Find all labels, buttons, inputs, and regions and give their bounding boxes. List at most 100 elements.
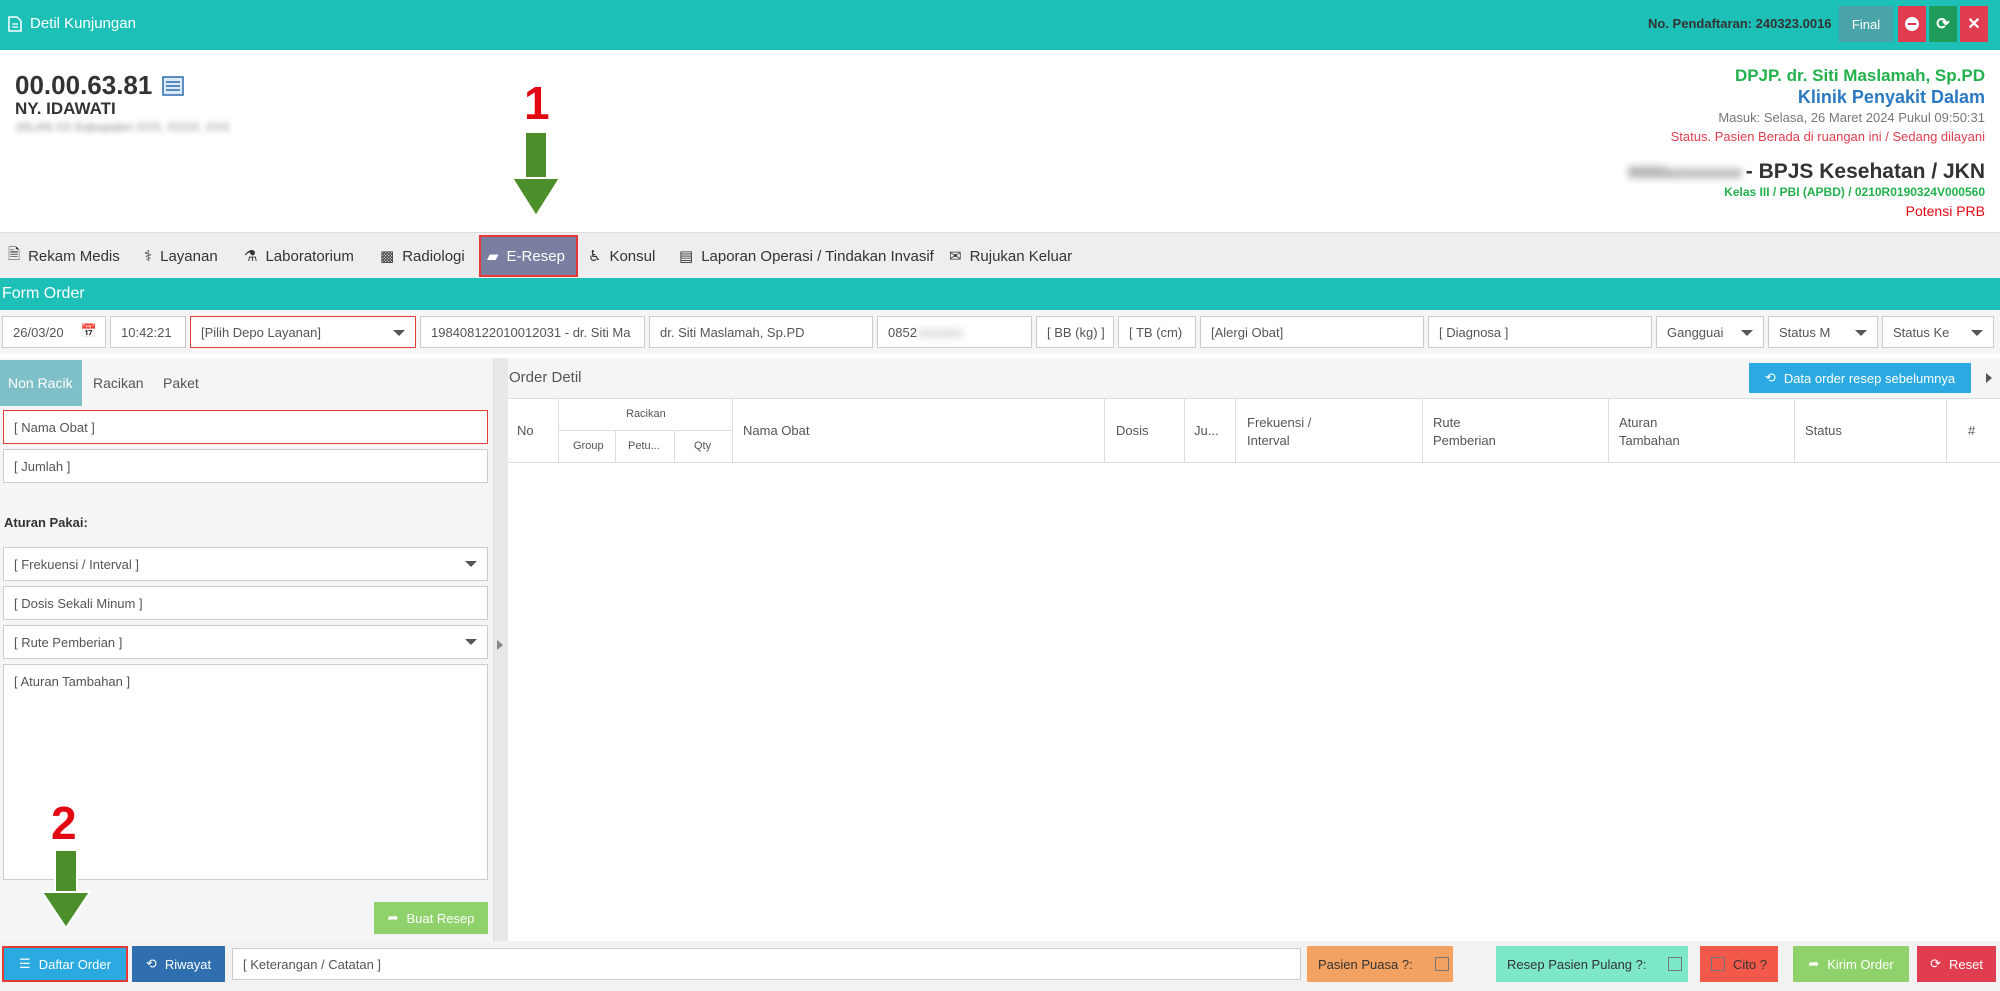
depo-select[interactable]: [Pilih Depo Layanan] — [190, 316, 416, 348]
kirim-order-label: Kirim Order — [1827, 956, 1894, 972]
bb-field[interactable]: [ BB (kg) ] — [1036, 316, 1114, 348]
nama-obat-input[interactable]: [ Nama Obat ] — [3, 410, 488, 444]
close-button[interactable]: ✕ — [1960, 6, 1988, 42]
patient-header: 00.00.63.81 NY. IDAWATI JALAN XX Kabupat… — [0, 50, 2000, 232]
status-m-select[interactable]: Status M — [1768, 316, 1878, 348]
jumlah-input[interactable]: [ Jumlah ] — [3, 449, 488, 483]
keterangan-input[interactable]: [ Keterangan / Catatan ] — [232, 948, 1301, 980]
document-icon — [8, 15, 22, 32]
col-racikan: Racikan — [626, 408, 666, 420]
tab-non-racik[interactable]: Non Racik — [0, 360, 82, 406]
buat-resep-label: Buat Resep — [406, 910, 475, 926]
col-nama-obat: Nama Obat — [743, 423, 810, 438]
col-qty: Qty — [694, 440, 712, 452]
tab-label: Laporan Operasi / Tindakan Invasif — [701, 247, 934, 265]
tb-field[interactable]: [ TB (cm) — [1118, 316, 1196, 348]
rute-select[interactable]: [ Rute Pemberian ] — [3, 625, 488, 659]
puasa-checkbox[interactable] — [1434, 957, 1449, 971]
col-frekuensi-1: Frekuensi / — [1247, 415, 1312, 430]
status-label: Status. Pasien Berada di ruangan ini / S… — [1670, 129, 1985, 144]
col-dosis: Dosis — [1116, 423, 1149, 438]
tab-label: Laboratorium — [265, 247, 354, 265]
eraser-icon: ▰ — [487, 248, 499, 265]
tab-laporan-operasi[interactable]: ▤ Laporan Operasi / Tindakan Invasif — [673, 235, 940, 277]
phone-field[interactable]: 0852xxxxxxx — [877, 316, 1032, 348]
diagnosa-field[interactable]: [ Diagnosa ] — [1428, 316, 1652, 348]
potensi-label: Potensi PRB — [1905, 203, 1985, 219]
share-icon: ➦ — [1808, 956, 1820, 971]
history-icon: ⟲ — [1764, 370, 1776, 385]
col-status: Status — [1805, 423, 1842, 438]
doctor-name-field[interactable]: dr. Siti Maslamah, Sp.PD — [649, 316, 873, 348]
aturan-pakai-label: Aturan Pakai: — [4, 515, 88, 530]
tab-konsul[interactable]: ♿ Konsul — [582, 235, 661, 277]
tab-label: Radiologi — [402, 247, 465, 265]
cito-label: Cito ? — [1733, 956, 1767, 972]
cito-checkbox[interactable] — [1711, 957, 1726, 971]
patient-id: 00.00.63.81 — [15, 70, 185, 101]
daftar-order-label: Daftar Order — [38, 956, 111, 972]
tab-laboratorium[interactable]: ⚗ Laboratorium — [238, 235, 360, 277]
panel-splitter[interactable] — [494, 358, 508, 941]
refresh-icon: ⟳ — [1930, 956, 1941, 971]
dosis-input[interactable]: [ Dosis Sekali Minum ] — [3, 586, 488, 620]
col-frekuensi-2: Interval — [1247, 433, 1290, 448]
pulang-toggle[interactable]: Resep Pasien Pulang ?: — [1496, 946, 1688, 982]
cito-toggle[interactable]: Cito ? — [1700, 946, 1778, 982]
bottom-bar: ☰ Daftar Order ⟲ Riwayat [ Keterangan / Ca… — [0, 941, 2000, 991]
tab-rujukan-keluar[interactable]: ✉ Rujukan Keluar — [943, 235, 1078, 277]
buat-resep-button[interactable]: ➦ Buat Resep — [374, 902, 488, 934]
form-order-row: 26/03/20 📅 10:42:21 [Pilih Depo Layanan] … — [0, 310, 2000, 354]
alergi-field[interactable]: [Alergi Obat] — [1200, 316, 1424, 348]
list-icon[interactable] — [162, 75, 185, 96]
kelas-label: Kelas III / PBI (APBD) / 0210R0190324V00… — [1724, 185, 1985, 199]
col-rute-2: Pemberian — [1433, 433, 1496, 448]
time-field[interactable]: 10:42:21 — [110, 316, 186, 348]
tab-rekam-medis[interactable]: 🗎 Rekam Medis — [2, 235, 126, 277]
tab-racikan[interactable]: Racikan — [85, 360, 152, 406]
close-icon: ✕ — [1967, 16, 1981, 33]
tab-e-resep[interactable]: ▰ E-Resep — [479, 235, 578, 277]
list-icon: ☰ — [19, 956, 31, 971]
puasa-toggle[interactable]: Pasien Puasa ?: — [1307, 946, 1453, 982]
reset-button[interactable]: ⟳ Reset — [1917, 946, 1996, 982]
col-no: No — [517, 423, 534, 438]
dpjp-label: DPJP. dr. Siti Maslamah, Sp.PD — [1734, 66, 1985, 85]
tab-label: Rekam Medis — [28, 247, 120, 265]
col-hash: # — [1968, 423, 1976, 438]
insurance-label: - BPJS Kesehatan / JKN — [1745, 160, 1985, 183]
patient-name: NY. IDAWATI — [15, 99, 116, 118]
col-petunjuk: Petu... — [628, 440, 660, 452]
status-k-select[interactable]: Status Ke — [1882, 316, 1994, 348]
pulang-checkbox[interactable] — [1668, 957, 1683, 971]
history-icon: ⟲ — [145, 956, 157, 971]
flask-icon: ⚗ — [244, 248, 258, 265]
date-value: 26/03/20 — [13, 325, 64, 340]
frekuensi-select[interactable]: [ Frekuensi / Interval ] — [3, 547, 488, 581]
col-group: Group — [573, 440, 604, 452]
xray-icon: ▩ — [380, 248, 395, 265]
tab-paket[interactable]: Paket — [155, 360, 207, 406]
tab-label: Konsul — [609, 247, 656, 265]
col-aturan-2: Tambahan — [1619, 433, 1680, 448]
refresh-icon: ⟳ — [1936, 16, 1950, 33]
riwayat-button[interactable]: ⟲ Riwayat — [132, 946, 225, 982]
reset-label: Reset — [1948, 956, 1983, 972]
kirim-order-button[interactable]: ➦ Kirim Order — [1793, 946, 1909, 982]
scroll-right-icon[interactable] — [1986, 373, 1992, 383]
minus-circle-button[interactable] — [1898, 6, 1926, 42]
gangguan-select[interactable]: Gangguai — [1656, 316, 1764, 348]
daftar-order-button[interactable]: ☰ Daftar Order — [2, 946, 128, 982]
prev-order-button[interactable]: ⟲ Data order resep sebelumnya — [1749, 363, 1971, 393]
col-rute-1: Rute — [1433, 415, 1461, 430]
order-detail-title: Order Detil — [509, 369, 582, 386]
prev-order-label: Data order resep sebelumnya — [1783, 370, 1956, 386]
date-field[interactable]: 26/03/20 📅 — [2, 316, 106, 348]
final-button[interactable]: Final — [1839, 6, 1893, 42]
annotation-number-2: 2 — [51, 797, 77, 849]
tab-radiologi[interactable]: ▩ Radiologi — [374, 235, 471, 277]
tab-layanan[interactable]: ⚕ Layanan — [138, 235, 224, 277]
refresh-button[interactable]: ⟳ — [1929, 6, 1957, 42]
doctor-nip-field[interactable]: 198408122010012031 - dr. Siti Ma — [420, 316, 645, 348]
envelope-icon: ✉ — [949, 248, 962, 265]
